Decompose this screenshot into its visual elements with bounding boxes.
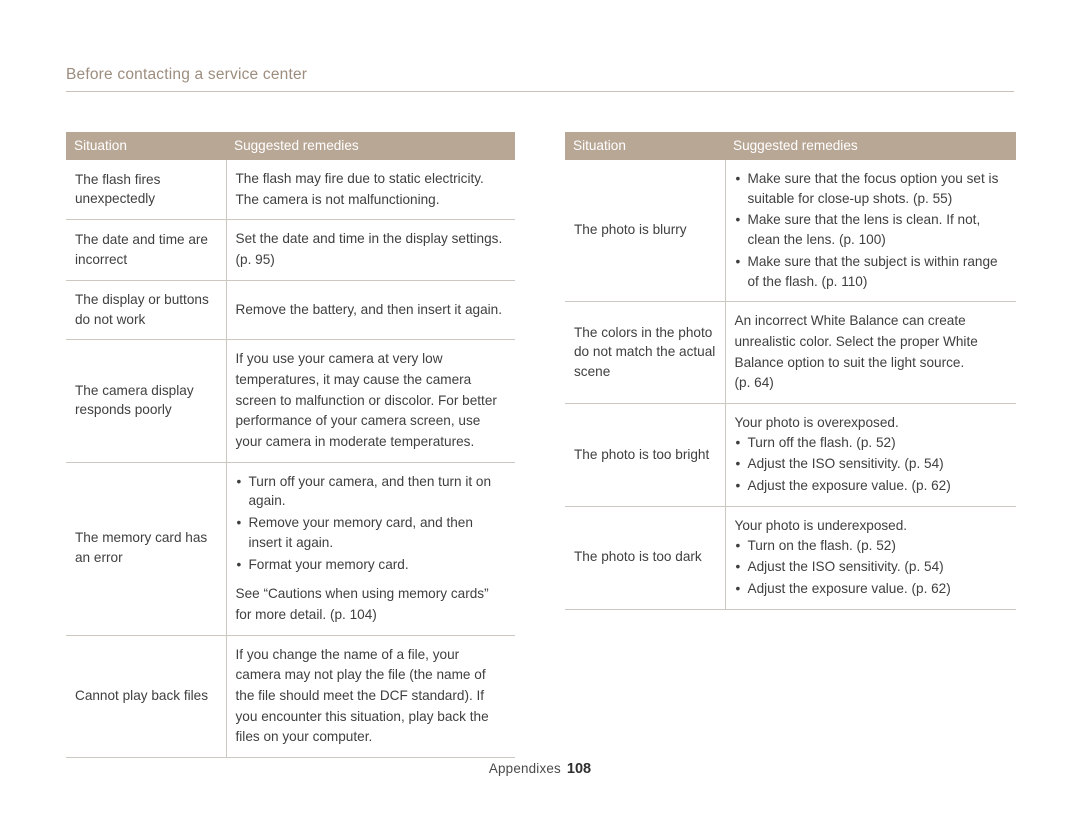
footer-page-number: 108 (566, 761, 592, 777)
remedy-line: If you use your camera at very low (235, 351, 443, 367)
cell-remedy: Remove the battery, and then insert it a… (226, 280, 515, 341)
remedy-line: See “Cautions when using memory cards” (235, 586, 489, 602)
cell-remedy: Your photo is underexposed. Turn on the … (725, 506, 1016, 610)
page-header: Before contacting a service center (66, 66, 1014, 92)
remedy-bullet-list: Make sure that the focus option you set … (735, 169, 1008, 291)
remedy-line: (p. 64) (734, 375, 774, 391)
remedy-bullet-list: Turn off your camera, and then turn it o… (236, 472, 507, 575)
remedy-line: The flash may fire due to static electri… (235, 171, 484, 186)
page-footer: Appendixes 108 (0, 761, 1080, 777)
table-header-row: Situation Suggested remedies (565, 132, 1016, 160)
remedy-bullet-list: Turn on the flash. (p. 52) Adjust the IS… (735, 536, 1008, 599)
table-header-row: Situation Suggested remedies (66, 132, 515, 160)
table-row: The memory card has an error Turn off yo… (66, 462, 515, 636)
remedy-line: If you change the name of a file, your (235, 646, 460, 662)
list-item: Make sure that the subject is within ran… (735, 252, 1008, 291)
cell-remedy: An incorrect White Balance can create un… (725, 301, 1016, 405)
cell-situation: The display or buttons do not work (66, 280, 227, 341)
remedy-line: An incorrect White Balance can create (734, 313, 966, 329)
column-header-remedies: Suggested remedies (725, 132, 1016, 160)
cell-situation: Cannot play back files (66, 635, 227, 759)
cell-remedy: Turn off your camera, and then turn it o… (226, 462, 515, 636)
list-item: Adjust the ISO sensitivity. (p. 54) (735, 454, 1008, 474)
remedy-line: The camera is not malfunctioning. (235, 191, 440, 207)
remedy-line: performance of your camera screen, use (235, 413, 481, 429)
table-row: The photo is too bright Your photo is ov… (565, 403, 1016, 507)
cell-situation: The colors in the photo do not match the… (565, 301, 726, 405)
table-row: The photo is blurry Make sure that the f… (565, 160, 1016, 303)
troubleshooting-table-left: Situation Suggested remedies The flash f… (66, 132, 515, 759)
remedy-line: files on your computer. (235, 729, 373, 745)
list-item: Make sure that the focus option you set … (735, 169, 1008, 208)
cell-situation: The memory card has an error (66, 462, 227, 636)
cell-remedy: Set the date and time in the display set… (226, 219, 515, 281)
table-row: The date and time are incorrect Set the … (66, 219, 515, 281)
cell-situation: The camera display responds poorly (66, 339, 227, 463)
cell-situation: The photo is too dark (565, 506, 726, 610)
footer-label: Appendixes (488, 761, 561, 776)
cell-remedy: If you use your camera at very low tempe… (226, 339, 515, 463)
remedy-intro: Your photo is overexposed. (734, 415, 899, 431)
list-item: Adjust the exposure value. (p. 62) (735, 579, 1008, 599)
table-row: The flash fires unexpectedly The flash m… (66, 160, 515, 221)
header-divider (66, 91, 1014, 92)
page-title: Before contacting a service center (66, 66, 308, 83)
remedy-line: you encounter this situation, play back … (235, 708, 489, 724)
list-item: Remove your memory card, and then insert… (236, 513, 507, 552)
remedy-line: unrealistic color. Select the proper Whi… (734, 333, 978, 349)
table-row: The colors in the photo do not match the… (565, 301, 1016, 405)
remedy-line: the file should meet the DCF standard). … (235, 688, 485, 704)
table-row: The photo is too dark Your photo is unde… (565, 506, 1016, 610)
list-item: Make sure that the lens is clean. If not… (735, 210, 1008, 249)
table-row: The camera display responds poorly If yo… (66, 339, 515, 463)
list-item: Adjust the ISO sensitivity. (p. 54) (735, 557, 1008, 577)
cell-remedy: If you change the name of a file, your c… (226, 635, 515, 759)
list-item: Turn off your camera, and then turn it o… (236, 472, 507, 511)
remedy-line: (p. 95) (235, 252, 275, 268)
cell-situation: The photo is too bright (565, 403, 726, 507)
remedy-line: screen to malfunction or discolor. For b… (235, 392, 497, 408)
cell-remedy: Make sure that the focus option you set … (725, 160, 1016, 303)
document-page: Before contacting a service center Situa… (0, 0, 1080, 815)
remedy-intro: Your photo is underexposed. (734, 517, 908, 533)
list-item: Format your memory card. (236, 555, 507, 575)
troubleshooting-table-right: Situation Suggested remedies The photo i… (565, 132, 1016, 610)
remedy-line: Remove the battery, and then insert it a… (235, 301, 503, 317)
remedy-line: Set the date and time in the display set… (235, 231, 503, 247)
cell-situation: The photo is blurry (565, 160, 726, 303)
table-row: The display or buttons do not work Remov… (66, 280, 515, 341)
list-item: Adjust the exposure value. (p. 62) (735, 476, 1008, 496)
cell-situation: The date and time are incorrect (66, 219, 227, 281)
column-header-situation: Situation (565, 132, 725, 160)
remedy-line: for more detail. (p. 104) (235, 606, 377, 622)
column-header-remedies: Suggested remedies (226, 132, 515, 160)
remedy-line: temperatures, it may cause the camera (235, 371, 472, 387)
remedy-line: Balance option to suit the light source. (734, 354, 965, 370)
cell-remedy: The flash may fire due to static electri… (226, 160, 515, 221)
cell-situation: The flash fires unexpectedly (66, 160, 227, 221)
remedy-bullet-list: Turn off the flash. (p. 52) Adjust the I… (735, 433, 1008, 496)
list-item: Turn off the flash. (p. 52) (735, 433, 1008, 453)
column-header-situation: Situation (66, 132, 226, 160)
remedy-line: your camera in moderate temperatures. (235, 434, 475, 450)
table-row: Cannot play back files If you change the… (66, 635, 515, 759)
list-item: Turn on the flash. (p. 52) (735, 536, 1008, 556)
remedy-line: camera may not play the file (the name o… (235, 667, 486, 683)
cell-remedy: Your photo is overexposed. Turn off the … (725, 403, 1016, 507)
